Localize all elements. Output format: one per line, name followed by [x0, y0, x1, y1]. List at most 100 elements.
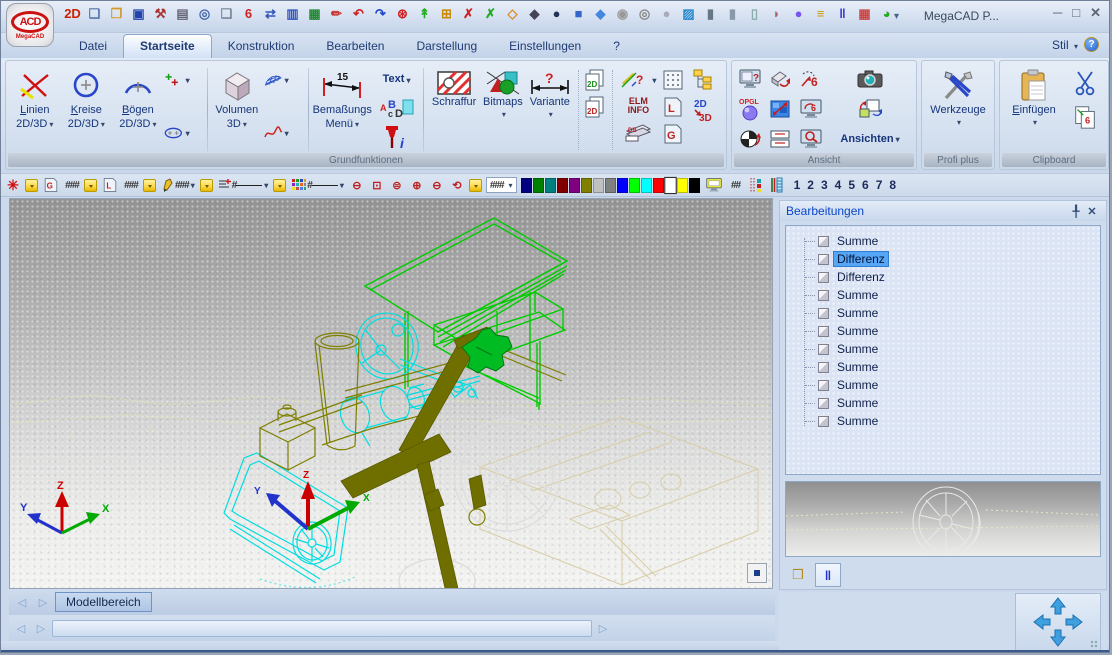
tile-windows-button[interactable]	[767, 127, 793, 151]
sphere-gray-icon[interactable]: ●	[657, 4, 676, 23]
cylinder-cut-icon[interactable]: ◗	[767, 4, 786, 23]
scrollbar-thumb[interactable]	[52, 620, 592, 637]
einfuegen-button[interactable]: Einfügen ▾	[1003, 64, 1065, 154]
lock-icon[interactable]	[273, 179, 286, 192]
minimize-button[interactable]: ─	[1053, 5, 1062, 21]
color-swatch-5[interactable]	[581, 178, 592, 193]
rotate-view-button[interactable]	[857, 97, 883, 121]
lock-icon[interactable]	[84, 179, 97, 192]
tree-item-summe-5[interactable]: Summe	[794, 322, 1100, 340]
tab-geometry[interactable]: ❒	[785, 563, 811, 587]
tab-features[interactable]: ‖	[815, 563, 841, 587]
plot-icon[interactable]: ⊛	[393, 4, 412, 23]
font-style-button[interactable]: A B c D	[377, 95, 417, 121]
color-swatch-7[interactable]	[605, 178, 616, 193]
layer-page-button[interactable]: L	[101, 176, 119, 194]
resize-grip[interactable]	[1090, 640, 1098, 648]
close-button[interactable]: ✕	[1090, 5, 1101, 21]
line-style-button[interactable]: # ▾	[217, 176, 270, 194]
copy-page-icon[interactable]: ❑	[217, 4, 236, 23]
boegen-button[interactable]: Bögen 2D/3D▾	[112, 64, 164, 154]
color-rows-button[interactable]: # ▾	[290, 176, 345, 194]
pin-icon[interactable]: ╀	[1068, 205, 1084, 218]
measure-figure-icon[interactable]: ↟	[415, 4, 434, 23]
scroll-left-button[interactable]: ◁	[12, 619, 30, 637]
ansichten-button[interactable]: Ansichten ▾	[828, 127, 912, 151]
tab-scroll-right[interactable]: ▷	[34, 593, 52, 611]
tree-item-summe-4[interactable]: Summe	[794, 304, 1100, 322]
tree-item-summe-6[interactable]: Summe	[794, 340, 1100, 358]
stretch-icon[interactable]: ◇	[503, 4, 522, 23]
pages-2d-red-button[interactable]: 2D	[582, 95, 608, 119]
disc-icon[interactable]: ◉	[613, 4, 632, 23]
pin-info-button[interactable]: i	[377, 124, 417, 152]
lock-icon[interactable]	[25, 179, 38, 192]
tree-item-summe-8[interactable]: Summe	[794, 376, 1100, 394]
color-swatch-14[interactable]	[689, 178, 700, 193]
screen-help-button[interactable]: ?	[737, 67, 763, 91]
toggle-2d-3d-icon[interactable]: 2D	[63, 4, 82, 23]
tree-item-summe-3[interactable]: Summe	[794, 286, 1100, 304]
tree-item-differenz-1[interactable]: Differenz	[794, 250, 1100, 268]
exchange-icon[interactable]: ⇄	[261, 4, 280, 23]
zoom-window-icon[interactable]: ⊡	[369, 176, 385, 194]
close-panel-icon[interactable]: ✕	[1084, 205, 1100, 218]
group-page-button[interactable]: G	[42, 176, 60, 194]
tab-modellbereich[interactable]: Modellbereich	[55, 592, 152, 612]
color-swatch-9[interactable]	[629, 178, 640, 193]
color-swatch-4[interactable]	[569, 178, 580, 193]
opengl-mode-button[interactable]: OPGL	[737, 97, 763, 121]
linien-button[interactable]: Linien 2D/3D▾	[9, 64, 61, 154]
structure-tree-button[interactable]	[690, 68, 716, 92]
volumen-button[interactable]: Volumen 3D▾	[211, 64, 263, 154]
cylinder-icon[interactable]: ▯	[745, 4, 764, 23]
sheet-number-7[interactable]: 7	[876, 178, 883, 192]
help-icon[interactable]: ?	[1084, 37, 1099, 52]
washer-icon[interactable]: ◎	[635, 4, 654, 23]
sheet-number-1[interactable]: 1	[794, 178, 801, 192]
model-viewport[interactable]: Z Y X Z Y X	[9, 198, 773, 589]
schraffur-button[interactable]: Schraffur	[427, 64, 480, 142]
zoom-in-icon[interactable]: ⊕	[409, 176, 425, 194]
app-logo[interactable]: ACD MegaCAD	[6, 3, 54, 47]
color-swatch-12[interactable]	[664, 176, 677, 193]
point-grid-button[interactable]	[660, 68, 686, 92]
color-swatch-1[interactable]	[533, 178, 544, 193]
color-swatch-11[interactable]	[653, 178, 664, 193]
group-g-button[interactable]: G	[660, 122, 686, 146]
tab-datei[interactable]: Datei	[63, 35, 123, 58]
zoom-out-2-icon[interactable]: ⊖	[429, 176, 445, 194]
new-file-icon[interactable]: ❏	[85, 4, 104, 23]
zoom-pan-icon[interactable]: ⊜	[389, 176, 405, 194]
tab-bearbeiten[interactable]: Bearbeiten	[310, 35, 400, 58]
prism-icon[interactable]: ◆	[591, 4, 610, 23]
pen-width-value[interactable]: ##	[728, 176, 744, 194]
layer-grid-icon[interactable]: ▦	[855, 4, 874, 23]
tab-einstellungen[interactable]: Einstellungen	[493, 35, 597, 58]
structure-list-icon[interactable]: ≡	[811, 4, 830, 23]
cut-button[interactable]	[1072, 68, 1098, 98]
camera-button[interactable]	[857, 67, 883, 91]
text-menu-button[interactable]: Text▾	[375, 68, 419, 92]
trim-red-icon[interactable]: ✗	[459, 4, 478, 23]
color-swatch-3[interactable]	[557, 178, 568, 193]
pen-style-button[interactable]: ### ▾	[160, 176, 196, 194]
tab-konstruktion[interactable]: Konstruktion	[212, 35, 311, 58]
color-swatch-6[interactable]	[593, 178, 604, 193]
werkzeuge-button[interactable]: Werkzeuge ▾	[925, 64, 991, 154]
layer-count[interactable]: ###	[123, 176, 139, 194]
trim-green-icon[interactable]: ✗	[481, 4, 500, 23]
elm-info-button[interactable]: ELMINFO	[618, 95, 658, 117]
lock-icon[interactable]	[143, 179, 156, 192]
paste-contents-button[interactable]: 6	[1072, 101, 1098, 133]
print-icon[interactable]: ▤	[173, 4, 192, 23]
color-swatch-0[interactable]	[521, 178, 532, 193]
undo-icon[interactable]: ↶	[349, 4, 368, 23]
sheet-number-5[interactable]: 5	[848, 178, 855, 192]
element-query-button[interactable]: ? ▾	[616, 68, 660, 92]
page-6-icon[interactable]: 6	[239, 4, 258, 23]
convert-2d-3d-button[interactable]: 2D 3D	[690, 95, 716, 125]
tree-item-summe-0[interactable]: Summe	[794, 232, 1100, 250]
tree-item-differenz-2[interactable]: Differenz	[794, 268, 1100, 286]
lock-icon[interactable]	[469, 179, 482, 192]
